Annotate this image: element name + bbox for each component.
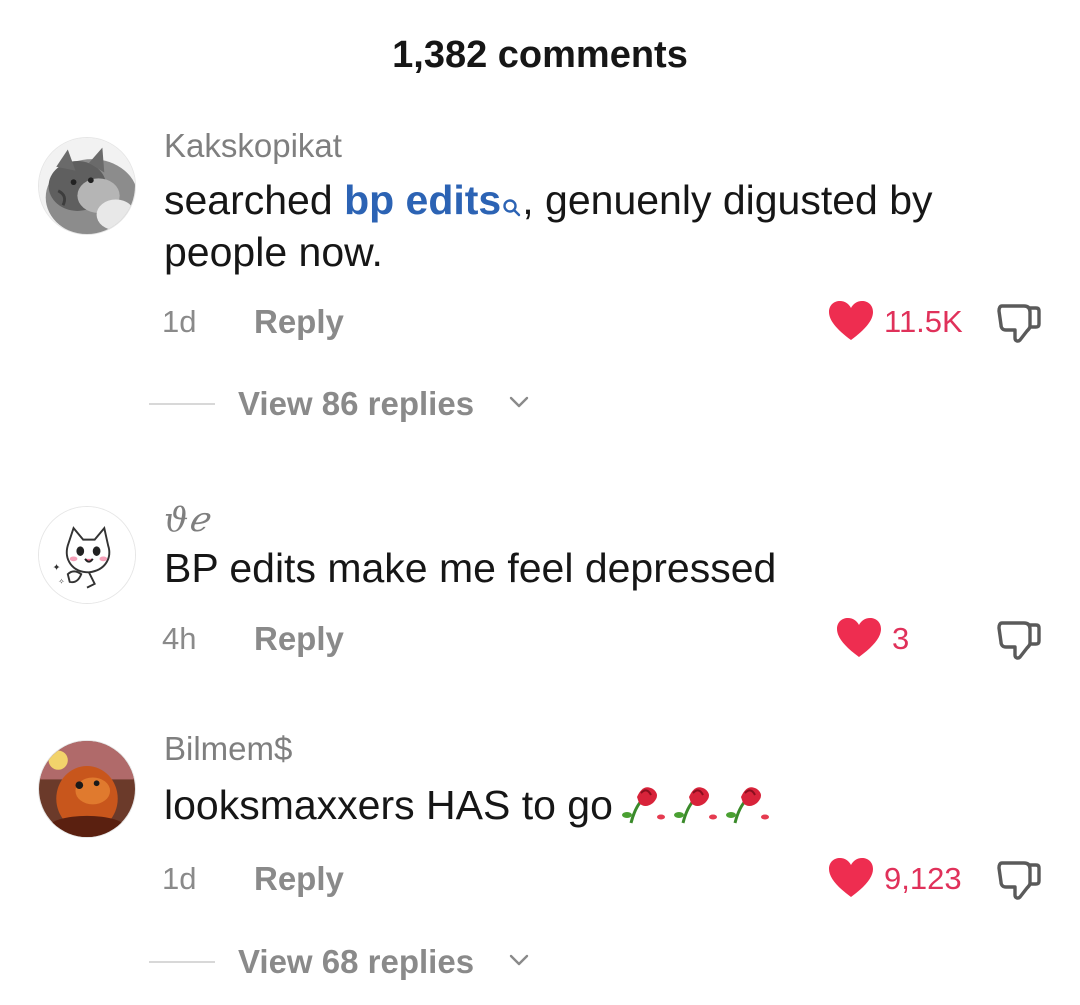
like-count: 11.5K [884,304,963,339]
comment-username[interactable]: ϑℯ [164,500,208,540]
divider-line [149,403,215,405]
thumbs-down-icon[interactable] [996,300,1042,346]
svg-text:✦: ✦ [52,562,60,573]
search-term: bp edits [344,177,502,223]
view-replies-label: View 86 replies [238,385,475,422]
comment-text-line2: people now. [164,229,383,275]
reply-button[interactable]: Reply [254,859,344,899]
chevron-down-icon [509,396,529,408]
view-replies-button[interactable]: View 68 replies [0,940,1080,984]
avatar[interactable]: ✦ ✧ [38,506,136,604]
search-suggestion-link[interactable]: bp edits [344,177,522,223]
comment-text: searched bp edits , genuenly digusted by [164,174,1054,230]
comments-count-title: 1,382 comments [392,34,688,76]
view-replies-label: View 68 replies [238,943,475,980]
heart-icon[interactable] [828,300,874,342]
wilted-rose-emoji [621,777,781,839]
search-icon [502,178,522,230]
comment-timestamp: 1d [162,304,197,339]
svg-text:✧: ✧ [58,577,65,586]
comment-username[interactable]: Kakskopikat [164,126,342,166]
comment-username[interactable]: Bilmem$ [164,729,292,769]
avatar[interactable] [38,740,136,838]
like-count: 3 [892,621,910,656]
reply-button[interactable]: Reply [254,619,344,659]
view-replies-button[interactable]: View 86 replies [0,382,1080,426]
heart-icon[interactable] [828,857,874,899]
comment-timestamp: 4h [162,621,197,656]
comment-timestamp: 1d [162,861,197,896]
divider-line [149,961,215,963]
comment-text-part: searched [164,177,345,223]
like-count: 9,123 [884,861,962,896]
thumbs-down-icon[interactable] [996,617,1042,663]
chevron-down-icon [509,954,529,966]
comment-text-part: looksmaxxers HAS to go [164,781,613,828]
comment-text: BP edits make me feel depressed [164,545,777,591]
reply-button[interactable]: Reply [254,302,344,342]
comment-text: looksmaxxers HAS to go [164,777,1054,839]
comment-text-part: , genuenly digusted by [522,177,933,223]
thumbs-down-icon[interactable] [996,857,1042,903]
avatar[interactable] [38,137,136,235]
heart-icon[interactable] [836,617,882,659]
